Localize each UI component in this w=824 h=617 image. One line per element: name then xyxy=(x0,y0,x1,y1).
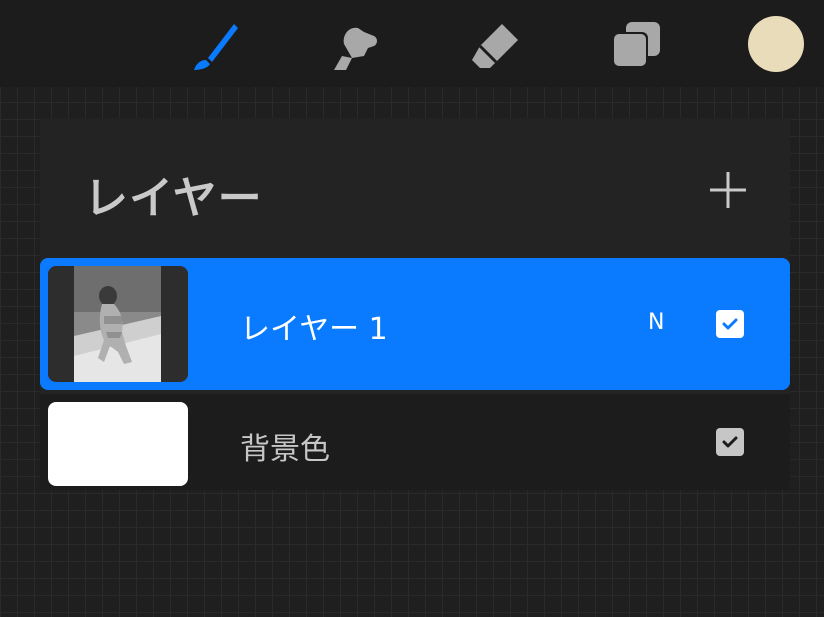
background-color-thumbnail xyxy=(48,402,188,486)
add-layer-button[interactable] xyxy=(704,166,752,214)
layer-visibility-checkbox[interactable] xyxy=(716,428,744,456)
check-icon xyxy=(722,318,738,330)
check-icon xyxy=(722,436,738,448)
layer-visibility-checkbox[interactable] xyxy=(716,310,744,338)
brush-tool-button[interactable] xyxy=(186,18,242,74)
layers-panel: レイヤー レイヤー 1 N 背景色 xyxy=(40,118,790,490)
smudge-icon xyxy=(334,27,377,70)
photo-thumbnail-image xyxy=(74,266,161,382)
color-picker-button[interactable] xyxy=(748,16,804,72)
layer-name: 背景色 xyxy=(240,432,330,467)
layers-icon xyxy=(612,22,660,68)
brush-icon xyxy=(194,24,238,70)
top-toolbar xyxy=(0,0,824,87)
eraser-tool-button[interactable] xyxy=(466,18,522,74)
layer-row-background-color[interactable]: 背景色 xyxy=(40,394,790,490)
smudge-tool-button[interactable] xyxy=(328,18,384,74)
eraser-icon xyxy=(472,24,518,68)
panel-title: レイヤー xyxy=(84,173,263,224)
blend-mode-button[interactable]: N xyxy=(648,310,664,335)
layers-tool-button[interactable] xyxy=(608,18,664,74)
layer-row-layer-1[interactable]: レイヤー 1 N xyxy=(40,258,790,390)
layer-thumbnail xyxy=(48,266,188,382)
layer-name: レイヤー 1 xyxy=(240,312,388,347)
plus-icon xyxy=(710,172,746,208)
